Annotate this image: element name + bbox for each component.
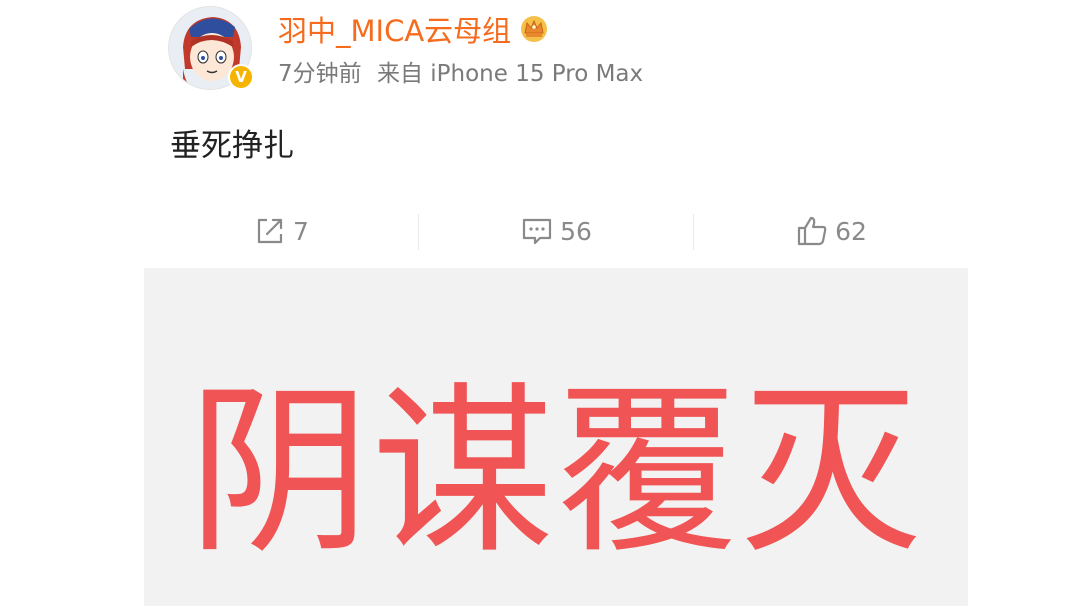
like-count: 62 bbox=[835, 216, 867, 246]
repost-icon bbox=[257, 218, 283, 244]
repost-button[interactable]: 7 bbox=[144, 204, 418, 258]
like-icon bbox=[797, 216, 827, 246]
post-image[interactable]: 阴谋覆灭 bbox=[144, 268, 968, 606]
username-text[interactable]: 羽中_MICA云母组 bbox=[278, 8, 511, 50]
image-caption: 阴谋覆灭 bbox=[188, 366, 924, 578]
post-source: 来自 iPhone 15 Pro Max bbox=[376, 61, 644, 87]
post-time: 7分钟前 bbox=[278, 61, 362, 87]
verified-badge-icon: V bbox=[228, 64, 254, 90]
action-bar: 7 56 62 bbox=[144, 204, 968, 258]
username[interactable]: 羽中_MICA云母组 bbox=[278, 8, 549, 50]
repost-count: 7 bbox=[293, 216, 309, 246]
post-text: 垂死挣扎 bbox=[170, 128, 294, 164]
crown-icon bbox=[521, 16, 548, 42]
comment-button[interactable]: 56 bbox=[419, 204, 693, 258]
post-meta: 7分钟前 来自 iPhone 15 Pro Max bbox=[278, 54, 643, 88]
post-header: V 羽中_MICA云母组 7分钟前 来自 iPhone 15 Pro Max bbox=[0, 0, 1080, 100]
like-button[interactable]: 62 bbox=[694, 204, 968, 258]
comment-count: 56 bbox=[560, 216, 592, 246]
comment-icon bbox=[522, 218, 552, 245]
